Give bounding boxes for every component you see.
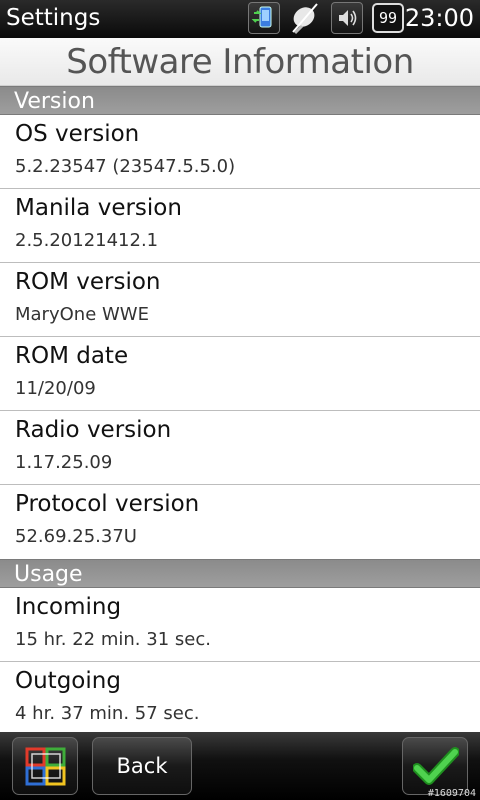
item-label: Radio version — [15, 417, 172, 443]
list-item-os-version[interactable]: OS version 5.2.23547 (23547.5.5.0) — [0, 115, 480, 189]
item-label: Outgoing — [15, 668, 121, 694]
clock[interactable]: 23:00 — [405, 4, 474, 32]
item-label: Incoming — [15, 594, 122, 620]
volume-icon[interactable] — [331, 2, 363, 34]
list-item-rom-version[interactable]: ROM version MaryOne WWE — [0, 263, 480, 337]
item-label: OS version — [15, 121, 140, 147]
item-value: 15 hr. 22 min. 31 sec. — [15, 629, 211, 650]
section-header-usage: Usage — [0, 559, 480, 588]
item-label: ROM version — [15, 269, 161, 295]
list-item-radio-version[interactable]: Radio version 1.17.25.09 — [0, 411, 480, 485]
list-item-manila-version[interactable]: Manila version 2.5.20121412.1 — [0, 189, 480, 263]
back-button[interactable]: Back — [92, 737, 192, 795]
item-value: MaryOne WWE — [15, 304, 149, 325]
page-title: Software Information — [0, 38, 480, 86]
status-bar: Settings 99 23:00 — [0, 0, 480, 38]
list-item-protocol-version[interactable]: Protocol version 52.69.25.37U — [0, 485, 480, 559]
signal-off-icon[interactable] — [287, 2, 319, 35]
item-value: 1.17.25.09 — [15, 452, 113, 473]
checkmark-icon — [412, 746, 460, 792]
list-item-outgoing[interactable]: Outgoing 4 hr. 37 min. 57 sec. — [0, 662, 480, 732]
app-title: Settings — [6, 5, 101, 31]
watermark: #1609704 — [427, 788, 476, 799]
version-list: OS version 5.2.23547 (23547.5.5.0) Manil… — [0, 115, 480, 559]
list-item-rom-date[interactable]: ROM date 11/20/09 — [0, 337, 480, 411]
item-value: 5.2.23547 (23547.5.5.0) — [15, 156, 236, 177]
list-item-incoming[interactable]: Incoming 15 hr. 22 min. 31 sec. — [0, 588, 480, 662]
item-value: 52.69.25.37U — [15, 526, 137, 547]
item-label: Protocol version — [15, 491, 200, 517]
usage-list: Incoming 15 hr. 22 min. 31 sec. Outgoing… — [0, 588, 480, 732]
item-label: Manila version — [15, 195, 182, 221]
item-value: 4 hr. 37 min. 57 sec. — [15, 703, 200, 724]
connection-icon[interactable] — [248, 2, 280, 34]
item-value: 11/20/09 — [15, 378, 96, 399]
settings-content: Software Information Version OS version … — [0, 38, 480, 732]
battery-icon[interactable]: 99 — [372, 3, 404, 33]
item-label: ROM date — [15, 343, 129, 369]
section-header-version: Version — [0, 86, 480, 115]
windows-start-icon — [24, 746, 68, 792]
item-value: 2.5.20121412.1 — [15, 230, 159, 251]
start-button[interactable] — [12, 737, 78, 795]
ok-button[interactable] — [402, 737, 468, 795]
bottom-bar: Back #1609704 — [0, 732, 480, 800]
